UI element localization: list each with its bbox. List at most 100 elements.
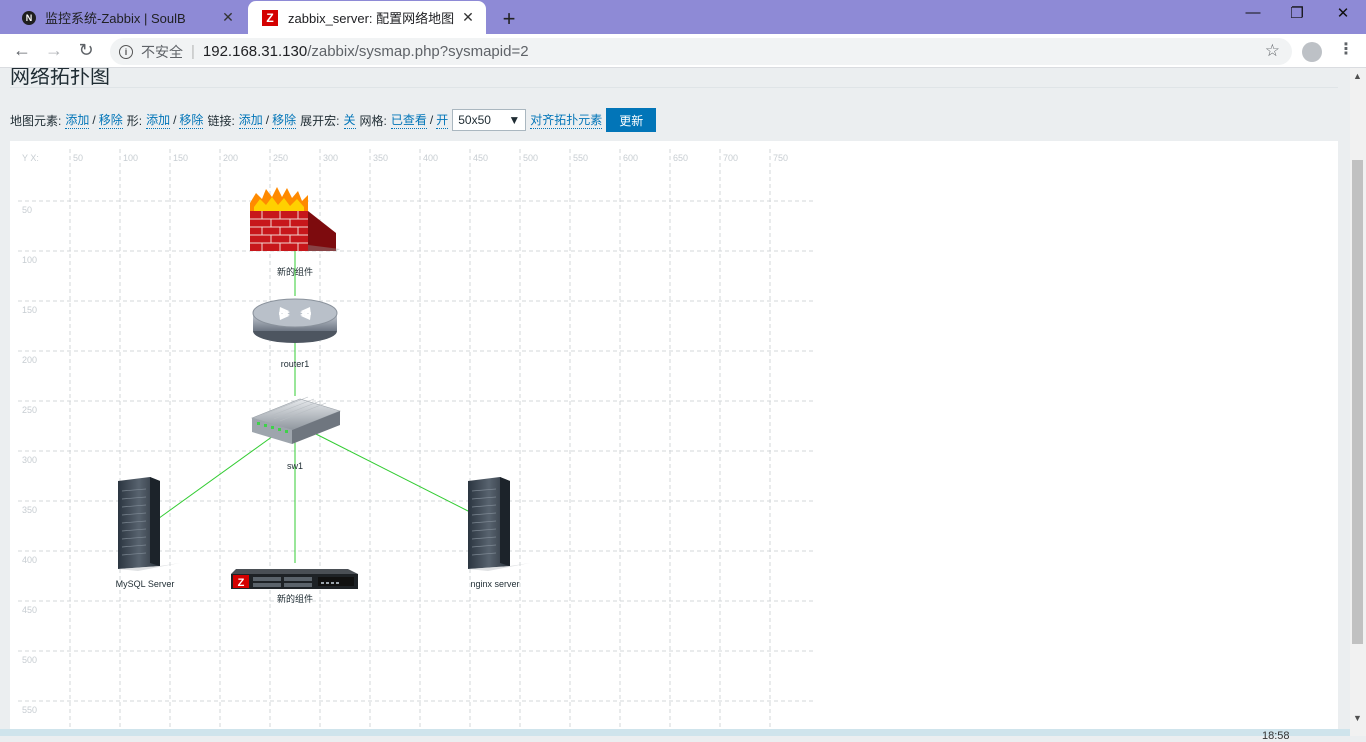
profile-avatar[interactable]	[1302, 42, 1322, 62]
url-host: 192.168.31.130	[202, 43, 308, 60]
update-button[interactable]: 更新	[606, 108, 657, 132]
element-label-zabbix: 新的组件	[277, 593, 313, 604]
y-tick-label: 300	[22, 455, 37, 465]
switch-icon[interactable]	[251, 396, 341, 444]
tab-title: 监控系统-Zabbix | SoulB	[45, 11, 186, 26]
restore-button[interactable]: ❐	[1282, 4, 1312, 22]
minimize-button[interactable]: —	[1238, 4, 1268, 21]
map-grid	[18, 149, 816, 736]
server-icon[interactable]	[118, 477, 180, 571]
x-tick-label: 100	[123, 153, 138, 163]
y-tick-label: 450	[22, 605, 37, 615]
x-tick-label: 500	[523, 153, 538, 163]
taskbar-clock: 18:58	[1262, 730, 1290, 742]
y-tick-label: 250	[22, 405, 37, 415]
add-link-link[interactable]: 添加	[238, 111, 263, 129]
element-label-firewall: 新的组件	[277, 266, 313, 277]
address-separator: |	[191, 43, 195, 60]
firewall-icon[interactable]	[250, 187, 340, 251]
zabbix-appliance-icon[interactable]: Z	[231, 569, 358, 589]
reload-button[interactable]: ↻	[74, 40, 98, 62]
dropdown-arrow-icon: ▼	[508, 113, 521, 127]
close-icon[interactable]: ✕	[458, 9, 478, 26]
x-tick-label: 50	[73, 153, 83, 163]
tab-sysmap[interactable]: Z zabbix_server: 配置网络地图 ✕	[248, 1, 486, 34]
server-icon[interactable]	[468, 477, 530, 571]
slash: /	[265, 113, 270, 127]
slash: /	[173, 113, 177, 127]
address-bar[interactable]: i 不安全 | 192.168.31.130/zabbix/sysmap.php…	[110, 38, 1292, 65]
forward-button[interactable]: →	[42, 40, 66, 62]
grid-size-select[interactable]: 50x50 ▼	[452, 109, 527, 131]
x-tick-label: 550	[573, 153, 588, 163]
remove-link-link[interactable]: 移除	[272, 111, 297, 129]
tab-zabbix-soulb[interactable]: N 监控系统-Zabbix | SoulB ✕	[8, 1, 246, 34]
url-path: /zabbix/sysmap.php?sysmapid=2	[307, 43, 529, 60]
add-element-link[interactable]: 添加	[65, 111, 90, 129]
y-tick-label: 100	[22, 255, 37, 265]
y-axis-ticks: 50 100 150 200 250 300 350 400 450 500 550	[22, 205, 37, 715]
y-tick-label: 500	[22, 655, 37, 665]
y-tick-label: 50	[22, 205, 32, 215]
remove-element-link[interactable]: 移除	[98, 111, 123, 129]
scroll-up-arrow-icon[interactable]: ▲	[1353, 71, 1362, 81]
y-tick-label: 400	[22, 555, 37, 565]
page-scrollbar[interactable]: ▲ ▼	[1350, 68, 1366, 736]
y-tick-label: 350	[22, 505, 37, 515]
element-label-switch: sw1	[287, 461, 303, 471]
taskbar	[0, 729, 1350, 736]
add-shape-link[interactable]: 添加	[146, 111, 171, 129]
x-tick-label: 750	[773, 153, 788, 163]
grid-shown-toggle[interactable]: 已查看	[390, 111, 427, 129]
map-elements-label: 地图元素:	[10, 113, 62, 128]
browser-menu-icon[interactable]: ⋮	[1338, 39, 1354, 59]
zabbix-favicon-icon: Z	[262, 9, 278, 26]
svg-text:Z: Z	[238, 577, 245, 589]
slash: /	[429, 113, 434, 127]
close-window-button[interactable]: ✕	[1328, 4, 1358, 22]
info-icon[interactable]: i	[119, 44, 133, 59]
bookmark-star-icon[interactable]: ☆	[1265, 41, 1280, 61]
x-tick-label: 200	[223, 153, 238, 163]
tab-title: zabbix_server: 配置网络地图	[288, 11, 455, 26]
x-tick-label: 300	[323, 153, 338, 163]
browser-titlebar: N 监控系统-Zabbix | SoulB ✕ Z zabbix_server:…	[0, 0, 1366, 34]
x-tick-label: 150	[173, 153, 188, 163]
y-tick-label: 150	[22, 305, 37, 315]
links-label: 链接:	[207, 113, 235, 128]
y-tick-label: 200	[22, 355, 37, 365]
scrollbar-thumb[interactable]	[1352, 160, 1363, 644]
shapes-label: 形:	[126, 113, 143, 128]
heading-divider	[10, 87, 1338, 88]
element-label-router: router1	[281, 359, 310, 369]
page-content: 网络拓扑图 地图元素: 添加 / 移除 形: 添加 / 移除 链接: 添加 / …	[0, 68, 1350, 736]
remove-shape-link[interactable]: 移除	[179, 111, 204, 129]
link-switch-mysql[interactable]	[154, 430, 281, 522]
network-map-canvas[interactable]: Y X: 50 100 150 200 250 300 350 400 450 500 550 600…	[10, 141, 1338, 736]
align-elements-link[interactable]: 对齐拓扑元素	[530, 111, 603, 129]
x-axis-ticks: 50 100 150 200 250 300 350 400 450 500 550 600 650 70…	[73, 153, 788, 163]
grid-label: 网格:	[359, 113, 387, 128]
x-tick-label: 450	[473, 153, 488, 163]
expand-macros-toggle[interactable]: 关	[343, 111, 356, 129]
security-label: 不安全	[141, 43, 183, 60]
page-title: 网络拓扑图	[10, 68, 110, 88]
slash: /	[92, 113, 96, 127]
element-label-mysql: MySQL Server	[116, 579, 175, 589]
new-tab-button[interactable]: +	[498, 6, 520, 32]
y-tick-label: 550	[22, 705, 37, 715]
map-edit-controls: 地图元素: 添加 / 移除 形: 添加 / 移除 链接: 添加 / 移除 展开宏…	[10, 108, 657, 132]
x-tick-label: 650	[673, 153, 688, 163]
axis-corner-label: Y X:	[22, 153, 39, 163]
x-tick-label: 350	[373, 153, 388, 163]
grid-size-value: 50x50	[458, 113, 491, 127]
router-icon[interactable]	[252, 298, 338, 343]
expand-macros-label: 展开宏:	[300, 113, 340, 128]
element-label-nginx: nginx server	[470, 579, 519, 589]
network-map-svg[interactable]: Y X: 50 100 150 200 250 300 350 400 450 500 550 600…	[10, 141, 1338, 736]
scroll-down-arrow-icon[interactable]: ▼	[1353, 713, 1362, 723]
back-button[interactable]: ←	[10, 40, 34, 62]
x-tick-label: 600	[623, 153, 638, 163]
grid-on-toggle[interactable]: 开	[436, 111, 449, 129]
close-icon[interactable]: ✕	[218, 9, 238, 26]
